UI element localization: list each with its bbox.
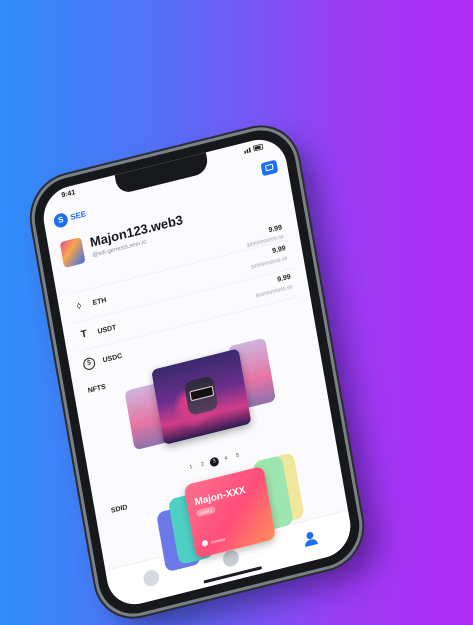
asset-symbol: ETH [92, 296, 107, 308]
usdt-icon: T [80, 328, 88, 341]
sdid-card-caption: Genesis [210, 536, 226, 545]
asset-amount: 9.99 [271, 244, 287, 256]
profile-icon [305, 531, 318, 547]
brand-name: SEE [69, 209, 87, 222]
nft-page-3[interactable]: 3 [209, 456, 220, 468]
nfts-section-title: NFTS [87, 383, 107, 395]
nft-pagination: 12345 [185, 442, 245, 470]
nft-page-4[interactable]: 4 [221, 454, 231, 465]
sdid-section-title: SDID [110, 503, 129, 515]
asset-symbol: USDT [97, 324, 117, 336]
wallet-button[interactable] [260, 159, 279, 177]
sdid-card-name: Majon-XXX [193, 484, 247, 509]
tab-profile-icon[interactable] [301, 529, 319, 549]
asset-value: $9999999999.99 [250, 255, 288, 271]
tab-chat-icon[interactable] [142, 568, 161, 589]
asset-amount: 9.99 [268, 224, 283, 235]
nft-page-5[interactable]: 5 [233, 451, 243, 462]
usdc-icon: $ [82, 356, 97, 372]
wallet-icon [264, 163, 274, 172]
phone-screen: 9:41 S SEE Majon123.web3 @sdi-genesis.se… [38, 133, 356, 611]
asset-value: $9999999999.99 [255, 284, 294, 300]
eth-icon: ⬨ [75, 300, 83, 313]
asset-amount: 9.99 [276, 273, 292, 284]
brand-logo-icon: S [52, 211, 69, 230]
asset-symbol: USDC [102, 352, 123, 365]
status-time: 9:41 [61, 189, 76, 200]
nft-page-1[interactable]: 1 [186, 462, 196, 473]
battery-icon [244, 143, 264, 154]
nft-page-2[interactable]: 2 [198, 459, 208, 470]
nft-card-active[interactable] [151, 348, 252, 446]
avatar[interactable] [59, 237, 86, 269]
sdid-logo-icon [201, 539, 209, 547]
phone-mockup: 9:41 S SEE Majon123.web3 @sdi-genesis.se… [28, 122, 366, 622]
